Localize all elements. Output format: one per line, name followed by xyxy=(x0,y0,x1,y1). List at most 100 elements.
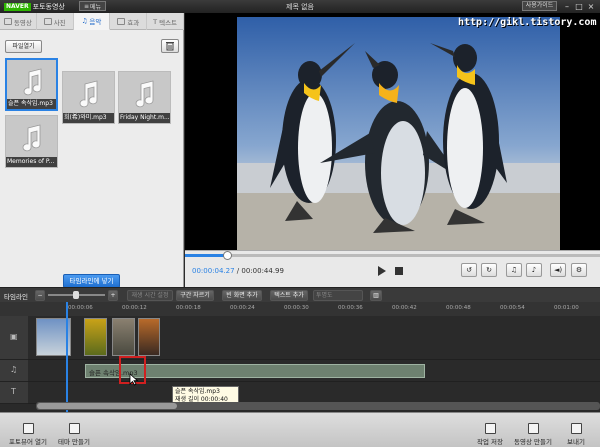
bottom-bar: 포토뷰어 열기 테마 만들기 작업 저장 동영상 만들기 보내기 xyxy=(0,412,600,447)
rotate-left-icon: ↺ xyxy=(466,266,472,274)
time-display: 00:00:04.27 / 00:00:44.99 xyxy=(192,267,284,275)
timeline-toolbar: 타임라인 − + 재생 시간 설정 구간 자르기 빈 화면 추가 텍스트 추가 … xyxy=(0,287,600,302)
settings-button[interactable]: ⚙ xyxy=(571,263,587,277)
naver-logo: NAVER xyxy=(4,2,31,11)
timeline-ruler[interactable]: 00:00:06 00:00:12 00:00:18 00:00:24 00:0… xyxy=(0,302,600,316)
media-item[interactable]: 슬픈 속삭임.mp3 xyxy=(5,58,58,111)
close-icon[interactable]: × xyxy=(586,2,596,11)
gear-icon: ⚙ xyxy=(575,266,583,274)
trash-icon xyxy=(166,42,174,51)
effect-icon xyxy=(117,18,126,25)
media-item[interactable]: Friday Night.m... xyxy=(118,71,171,124)
audio-button[interactable]: ♫ xyxy=(506,263,522,277)
music-settings-button[interactable]: ♪ xyxy=(526,263,542,277)
film-icon xyxy=(527,423,539,434)
zoom-in-button[interactable]: + xyxy=(108,290,118,301)
tab-music[interactable]: ♫ 음악 xyxy=(73,13,111,30)
music-settings-icon: ♪ xyxy=(531,266,537,274)
playhead[interactable] xyxy=(66,302,68,412)
volume-button[interactable]: ◄) xyxy=(550,263,566,277)
scrollbar-thumb[interactable] xyxy=(37,403,177,409)
tab-label: 효과 xyxy=(127,18,140,27)
tab-text[interactable]: T 텍스트 xyxy=(147,13,184,30)
save-project-button[interactable]: 작업 저장 xyxy=(472,416,508,446)
media-item[interactable]: 희(希)와미.mp3 xyxy=(62,71,115,124)
current-time: 00:00:04.27 xyxy=(192,267,235,275)
load-photos-button[interactable]: 포토뷰어 열기 xyxy=(6,416,50,446)
music-note-icon xyxy=(23,68,42,96)
ruler-tick: 00:00:54 xyxy=(500,305,525,311)
seek-bar[interactable] xyxy=(185,251,600,260)
media-caption: 희(希)와미.mp3 xyxy=(63,113,114,123)
audio-track-header: ♫ xyxy=(0,360,28,382)
save-icon xyxy=(484,423,496,434)
video-clip-flowers[interactable] xyxy=(84,318,107,356)
zoom-out-button[interactable]: − xyxy=(35,290,45,301)
media-caption: Friday Night.m... xyxy=(119,113,170,123)
ruler-tick: 00:00:06 xyxy=(68,305,93,311)
total-time: 00:00:44.99 xyxy=(241,267,284,275)
menu-button[interactable]: ≡ 메뉴 xyxy=(79,1,106,11)
tab-label: 사진 xyxy=(53,18,66,27)
delete-button[interactable] xyxy=(161,39,179,53)
music-note-icon: ♫ xyxy=(81,17,88,25)
text-track-icon: T xyxy=(11,387,16,396)
button-label: 보내기 xyxy=(567,438,585,446)
seek-progress xyxy=(185,254,227,257)
media-item[interactable]: Memories of P... xyxy=(5,115,58,168)
video-clip-koala[interactable] xyxy=(112,318,135,356)
playback-controls: 00:00:04.27 / 00:00:44.99 ↺ ↻ ♫ ♪ ◄) ⚙ xyxy=(185,250,600,287)
rotate-left-button[interactable]: ↺ xyxy=(461,263,477,277)
text-icon: T xyxy=(153,17,158,26)
timeline-label: 타임라인 xyxy=(4,293,28,301)
ruler-tick: 00:01:00 xyxy=(554,305,579,311)
music-note-icon xyxy=(135,80,154,108)
zoom-slider[interactable] xyxy=(48,291,105,299)
video-clip-lighthouse[interactable] xyxy=(138,318,160,356)
ruler-tick: 00:00:24 xyxy=(230,305,255,311)
add-text-button[interactable]: 텍스트 추가 xyxy=(270,290,308,301)
video-preview xyxy=(185,13,600,250)
button-label: 동영상 만들기 xyxy=(514,438,552,446)
music-note-icon xyxy=(79,80,98,108)
make-video-button[interactable]: 동영상 만들기 xyxy=(510,416,556,446)
tab-label: 음악 xyxy=(89,18,102,26)
video-track-header: ▣ xyxy=(0,316,28,360)
transparency-dropdown[interactable]: 투명도 xyxy=(313,290,363,301)
tab-photo[interactable]: 사진 xyxy=(37,13,74,30)
play-icon[interactable] xyxy=(377,266,386,276)
tab-video[interactable]: 동영상 xyxy=(0,13,37,30)
minimize-icon[interactable]: – xyxy=(562,2,572,11)
add-to-timeline-button[interactable]: 타임라인에 넣기 xyxy=(63,274,120,288)
transparency-label: 투명도 xyxy=(316,292,333,299)
set-playtime-button[interactable]: 재생 시간 설정 xyxy=(127,290,173,301)
watermark-text: http://gikl.tistory.com xyxy=(458,17,597,28)
seek-handle[interactable] xyxy=(222,251,232,260)
media-panel: 동영상 사진 ♫ 음악 효과 T 텍스트 파일열기 슬픈 속삭임.mp3 희(希)와… xyxy=(0,13,184,288)
guide-button[interactable]: 사용가이드 xyxy=(522,1,557,11)
maximize-icon[interactable]: □ xyxy=(574,2,584,11)
file-open-button[interactable]: 파일열기 xyxy=(5,40,42,53)
title-bar: NAVER 포토동영상 ≡ 메뉴 제목 없음 사용가이드 – □ × xyxy=(0,0,600,13)
rotate-right-button[interactable]: ↻ xyxy=(481,263,497,277)
menu-icon: ≡ xyxy=(83,2,89,10)
button-label: 작업 저장 xyxy=(477,438,503,446)
text-track[interactable] xyxy=(28,382,600,404)
ruler-tick: 00:00:12 xyxy=(122,305,147,311)
tab-label: 텍스트 xyxy=(159,18,178,27)
stop-icon[interactable] xyxy=(395,267,403,275)
make-theme-button[interactable]: 테마 만들기 xyxy=(54,416,94,446)
photo-viewer-icon xyxy=(22,423,34,434)
add-blank-button[interactable]: 빈 화면 추가 xyxy=(222,290,262,301)
button-label: 테마 만들기 xyxy=(58,438,90,446)
timeline-scrollbar[interactable] xyxy=(36,402,600,410)
tab-effect[interactable]: 효과 xyxy=(110,13,148,30)
zoom-slider-handle[interactable] xyxy=(73,291,79,299)
tab-label: 동영상 xyxy=(13,18,32,27)
menu-button-label: 메뉴 xyxy=(89,3,102,11)
timeline-delete-button[interactable]: ▥ xyxy=(370,290,382,301)
send-button[interactable]: 보내기 xyxy=(559,416,593,446)
trim-button[interactable]: 구간 자르기 xyxy=(176,290,214,301)
video-track[interactable] xyxy=(28,316,600,360)
button-label: 포토뷰어 열기 xyxy=(9,438,47,446)
